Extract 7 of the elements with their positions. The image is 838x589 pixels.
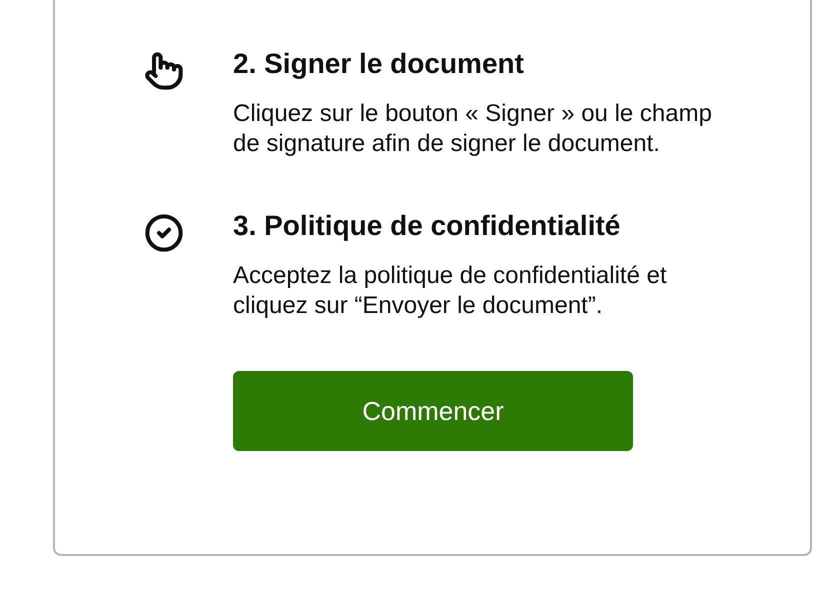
start-button[interactable]: Commencer <box>233 371 633 451</box>
hand-pointer-icon <box>144 51 184 91</box>
step-description: Acceptez la politique de confidentialité et cliquez sur “Envoyer le document”. <box>233 261 668 321</box>
check-circle-icon <box>144 213 184 253</box>
step-title: 2. Signer le document <box>233 47 525 81</box>
step-title: 3. Politique de confidentialité <box>233 209 622 243</box>
step-description: Cliquez sur le bouton « Signer » ou le champ de signature afin de signer le document. <box>233 99 713 159</box>
